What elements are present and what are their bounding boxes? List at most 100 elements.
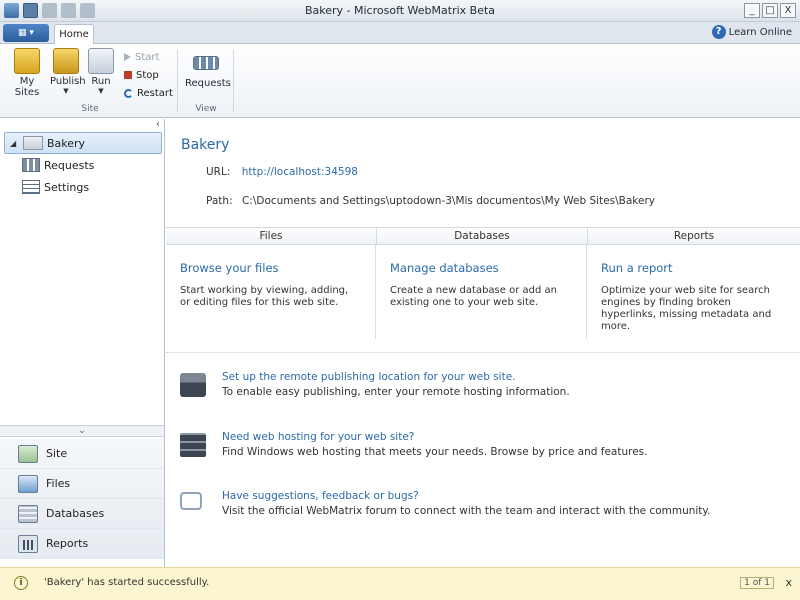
- workspace-databases-button[interactable]: Databases: [0, 499, 164, 529]
- ribbon-tab-bar: ▦ ▾ Home ? Learn Online: [0, 22, 800, 45]
- requests-icon: [193, 56, 219, 70]
- section-divider: [166, 352, 800, 353]
- run-report-link[interactable]: Run a report: [601, 261, 673, 275]
- view-group-label: View: [195, 104, 217, 114]
- workspace-switcher: Site Files Databases Reports: [0, 439, 164, 559]
- path-row: Path: C:\Documents and Settings\uptodown…: [206, 195, 655, 207]
- workspace-site-button[interactable]: Site: [0, 439, 164, 469]
- ribbon: My Sites Publish ▼ Run ▼ Start Stop Rest…: [0, 44, 800, 118]
- column-header-files: Files: [166, 227, 376, 245]
- publishing-description: To enable easy publishing, enter your re…: [222, 386, 570, 398]
- workspace-label: Site: [46, 447, 68, 460]
- learn-online-link[interactable]: ? Learn Online: [711, 25, 792, 39]
- browse-files-link[interactable]: Browse your files: [180, 261, 279, 275]
- my-sites-icon: [14, 48, 40, 74]
- application-menu-button[interactable]: ▦ ▾: [3, 24, 49, 42]
- workspace-files-button[interactable]: Files: [0, 469, 164, 499]
- expand-triangle-icon[interactable]: ◢: [10, 139, 16, 148]
- web-hosting-link[interactable]: Need web hosting for your web site?: [222, 431, 414, 443]
- window-title: Bakery - Microsoft WebMatrix Beta: [304, 4, 496, 17]
- files-icon: [18, 474, 38, 493]
- chevron-down-icon: ▼: [98, 87, 104, 95]
- restart-button[interactable]: Restart: [124, 84, 173, 102]
- notification-bar: i 'Bakery' has started successfully. 1 o…: [0, 567, 800, 600]
- tree-item-label: Settings: [44, 180, 90, 194]
- tree-item-label: Bakery: [47, 136, 86, 150]
- stop-icon: [124, 71, 132, 79]
- site-url-link[interactable]: http://localhost:34598: [242, 166, 358, 178]
- restart-label: Restart: [137, 87, 173, 99]
- column-header-reports: Reports: [587, 227, 800, 245]
- workspace-label: Databases: [46, 507, 105, 520]
- column-header-databases: Databases: [376, 227, 587, 245]
- group-separator: [233, 50, 234, 112]
- site-tree: ◢ Bakery Requests Settings: [4, 132, 162, 198]
- workspace-shortcuts: Files Databases Reports Browse your file…: [166, 227, 800, 339]
- publish-button[interactable]: Publish ▼: [50, 48, 86, 95]
- feedback-link[interactable]: Have suggestions, feedback or bugs?: [222, 490, 419, 502]
- manage-databases-link[interactable]: Manage databases: [390, 261, 499, 275]
- files-column: Browse your files Start working by viewi…: [166, 245, 376, 339]
- tree-item-label: Requests: [44, 158, 95, 172]
- close-notification-icon[interactable]: x: [785, 576, 792, 589]
- stop-label: Stop: [136, 69, 159, 81]
- files-description: Start working by viewing, adding, or edi…: [180, 285, 349, 308]
- reports-column: Run a report Optimize your web site for …: [587, 245, 800, 339]
- feedback-description: Visit the official WebMatrix forum to co…: [222, 505, 711, 517]
- restart-icon: [124, 88, 133, 98]
- requests-label: Requests: [185, 78, 231, 89]
- window-controls: _ □ X: [744, 3, 796, 18]
- feedback-chat-icon: [180, 492, 202, 510]
- databases-icon: [18, 504, 38, 523]
- workspace-reports-button[interactable]: Reports: [0, 529, 164, 559]
- run-icon: [88, 48, 114, 74]
- pane-splitter[interactable]: ⌄: [0, 425, 164, 437]
- databases-column: Manage databases Create a new database o…: [376, 245, 587, 339]
- help-icon: ?: [711, 25, 726, 39]
- tab-home[interactable]: Home: [54, 24, 94, 45]
- site-folder-icon: [23, 136, 43, 150]
- publish-icon: [53, 48, 79, 74]
- page-title: Bakery: [181, 137, 230, 153]
- setup-publishing-link[interactable]: Set up the remote publishing location fo…: [222, 371, 516, 383]
- maximize-button[interactable]: □: [762, 3, 778, 18]
- collapse-pane-icon[interactable]: ‹: [156, 119, 160, 130]
- reports-icon: [18, 534, 38, 553]
- learn-online-label: Learn Online: [728, 26, 792, 38]
- hosting-promo: Need web hosting for your web site? Find…: [180, 431, 780, 465]
- chevron-down-icon: ▼: [63, 87, 69, 95]
- my-sites-button[interactable]: My Sites: [12, 48, 42, 98]
- run-button[interactable]: Run ▼: [88, 48, 114, 95]
- stop-button[interactable]: Stop: [124, 66, 173, 84]
- my-sites-label: My Sites: [14, 76, 40, 98]
- reports-description: Optimize your web site for search engine…: [601, 285, 772, 332]
- site-icon: [18, 444, 38, 463]
- info-icon: i: [14, 576, 28, 590]
- databases-description: Create a new database or add an existing…: [390, 285, 557, 308]
- site-group-label: Site: [81, 104, 99, 114]
- notification-pager[interactable]: 1 of 1: [740, 577, 774, 589]
- close-button[interactable]: X: [780, 3, 796, 18]
- title-bar: Bakery - Microsoft WebMatrix Beta _ □ X: [0, 0, 800, 22]
- minimize-button[interactable]: _: [744, 3, 760, 18]
- requests-view-button[interactable]: Requests: [185, 48, 231, 89]
- path-label: Path:: [206, 195, 233, 207]
- start-label: Start: [135, 51, 160, 63]
- server-controls: Start Stop Restart: [124, 48, 173, 102]
- tree-item-bakery[interactable]: ◢ Bakery: [4, 132, 162, 154]
- site-workspace: Bakery URL: http://localhost:34598 Path:…: [166, 119, 800, 567]
- tree-item-settings[interactable]: Settings: [22, 176, 162, 198]
- group-separator: [177, 50, 178, 112]
- url-row: URL: http://localhost:34598: [206, 166, 358, 178]
- run-label: Run: [91, 76, 111, 87]
- publish-server-icon: [180, 373, 206, 397]
- hosting-description: Find Windows web hosting that meets your…: [222, 446, 648, 458]
- url-label: URL:: [206, 166, 231, 178]
- workspace-label: Reports: [46, 537, 89, 550]
- publishing-promo: Set up the remote publishing location fo…: [180, 371, 780, 405]
- tree-item-requests[interactable]: Requests: [22, 154, 162, 176]
- start-button[interactable]: Start: [124, 48, 173, 66]
- site-path: C:\Documents and Settings\uptodown-3\Mis…: [241, 195, 655, 207]
- settings-icon: [22, 180, 40, 194]
- status-message: 'Bakery' has started successfully.: [44, 577, 210, 588]
